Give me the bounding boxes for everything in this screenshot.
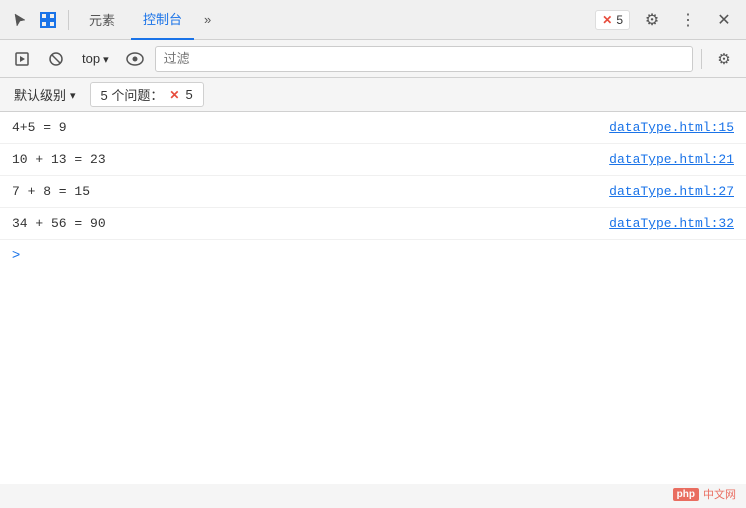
error-badge[interactable]: ✕ 5 (595, 10, 630, 30)
console-source-link[interactable]: dataType.html:15 (609, 120, 734, 135)
tab-bar-right: ✕ 5 ⚙ ⋮ ✕ (595, 6, 738, 34)
issues-error-icon: ✕ (169, 88, 179, 102)
filter-input[interactable] (155, 46, 693, 72)
console-settings-button[interactable]: ⚙ (710, 45, 738, 73)
issues-label: 5 个问题： (101, 85, 164, 104)
play-button[interactable] (8, 45, 36, 73)
console-message: 4+5 = 9 (12, 120, 67, 135)
error-count: 5 (616, 13, 623, 27)
watermark-text: 中文网 (703, 486, 736, 502)
console-toolbar: top ⚙ (0, 40, 746, 78)
issues-bar: 默认级别 5 个问题： ✕ 5 (0, 78, 746, 112)
settings-icon[interactable]: ⚙ (638, 6, 666, 34)
separator (68, 10, 69, 30)
console-row: 7 + 8 = 15 dataType.html:27 (0, 176, 746, 208)
level-chevron-icon (70, 87, 76, 102)
toolbar-separator (701, 49, 702, 69)
console-row: 34 + 56 = 90 dataType.html:32 (0, 208, 746, 240)
level-label: 默认级别 (14, 85, 66, 104)
context-dropdown[interactable]: top (76, 48, 115, 69)
watermark: php 中文网 (673, 486, 736, 502)
console-row: 10 + 13 = 23 dataType.html:21 (0, 144, 746, 176)
error-x-icon: ✕ (602, 13, 612, 27)
block-button[interactable] (42, 45, 70, 73)
console-row: 4+5 = 9 dataType.html:15 (0, 112, 746, 144)
tab-elements[interactable]: 元素 (77, 0, 127, 40)
prompt-icon: > (12, 246, 20, 262)
cursor-icon[interactable] (8, 8, 32, 32)
tab-more[interactable]: » (198, 8, 217, 31)
issues-error-count: 5 (185, 87, 192, 102)
console-source-link[interactable]: dataType.html:27 (609, 184, 734, 199)
console-message: 10 + 13 = 23 (12, 152, 106, 167)
console-output: 4+5 = 9 dataType.html:15 10 + 13 = 23 dataT… (0, 112, 746, 484)
chevron-down-icon (103, 51, 109, 66)
eye-button[interactable] (121, 45, 149, 73)
tab-console[interactable]: 控制台 (131, 0, 194, 40)
watermark-badge: php (673, 488, 699, 501)
more-options-icon[interactable]: ⋮ (674, 6, 702, 34)
console-message: 7 + 8 = 15 (12, 184, 90, 199)
context-label: top (82, 51, 100, 66)
console-prompt[interactable]: > (0, 240, 746, 268)
console-source-link[interactable]: dataType.html:21 (609, 152, 734, 167)
close-icon[interactable]: ✕ (710, 6, 738, 34)
console-message: 34 + 56 = 90 (12, 216, 106, 231)
level-dropdown[interactable]: 默认级别 (8, 82, 82, 107)
tab-bar: 元素 控制台 » ✕ 5 ⚙ ⋮ ✕ (0, 0, 746, 40)
console-source-link[interactable]: dataType.html:32 (609, 216, 734, 231)
issues-count-badge: 5 个问题： ✕ 5 (90, 82, 204, 107)
inspect-icon[interactable] (36, 8, 60, 32)
